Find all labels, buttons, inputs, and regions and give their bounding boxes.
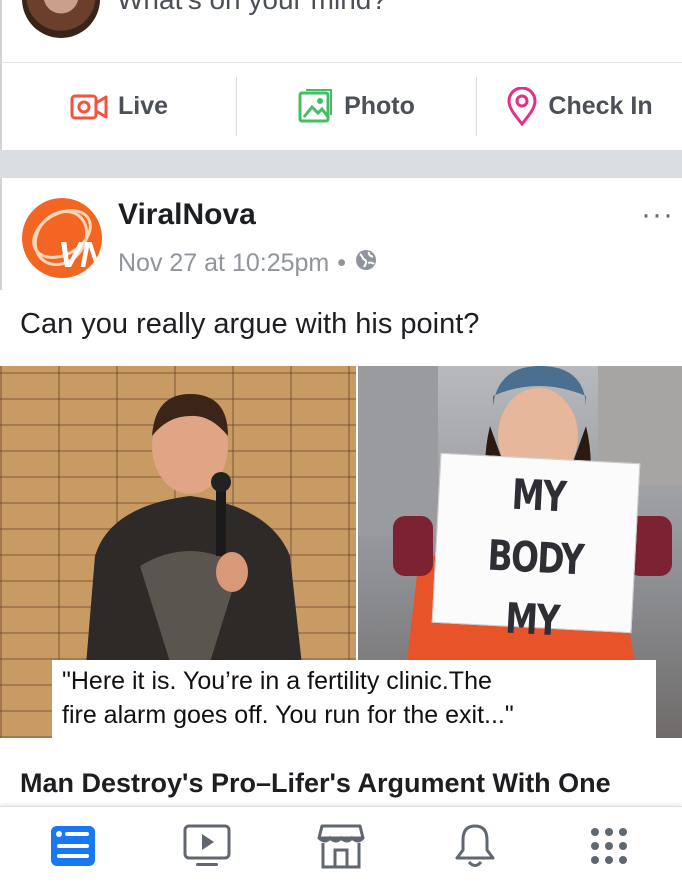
composer-prompt[interactable]: What's on your mind? xyxy=(117,0,387,16)
bell-icon xyxy=(452,822,498,875)
location-pin-icon xyxy=(506,86,538,127)
live-video-icon xyxy=(70,93,108,121)
caption-line-1: "Here it is. You’re in a fertility clini… xyxy=(62,667,492,695)
post-text: Can you really argue with his point? xyxy=(20,308,480,340)
photo-button[interactable]: Photo xyxy=(236,77,476,136)
meta-separator: • xyxy=(337,249,347,277)
sign-line-1: MY BODY xyxy=(486,469,585,585)
live-label: Live xyxy=(117,92,169,120)
photo-icon xyxy=(298,88,334,125)
user-avatar[interactable] xyxy=(22,0,100,38)
post-header: VN ViralNova Nov 27 at 10:25pm • ··· xyxy=(0,178,682,290)
tab-notifications[interactable] xyxy=(445,819,505,879)
protest-sign: MY BODY MY CHOICE xyxy=(431,452,641,709)
tab-menu[interactable] xyxy=(579,819,639,879)
video-play-icon xyxy=(182,823,232,874)
globe-icon xyxy=(354,248,378,279)
check-in-button[interactable]: Check In xyxy=(476,77,682,136)
bottom-tab-bar xyxy=(0,806,682,890)
check-in-label: Check In xyxy=(548,92,653,120)
menu-grid-icon xyxy=(589,826,629,871)
tab-news-feed[interactable] xyxy=(43,819,103,879)
marketplace-icon xyxy=(316,822,366,875)
tab-marketplace[interactable] xyxy=(311,819,371,879)
post-meta: Nov 27 at 10:25pm • xyxy=(118,248,378,279)
page-avatar[interactable]: VN xyxy=(22,198,102,278)
feed-separator xyxy=(0,150,682,178)
tab-watch[interactable] xyxy=(177,819,237,879)
image-caption: "Here it is. You’re in a fertility clini… xyxy=(62,664,652,732)
link-title[interactable]: Man Destroy's Pro–Lifer's Argument With … xyxy=(20,768,611,799)
composer-actions: Live Photo Check In xyxy=(0,62,682,150)
live-button[interactable]: Live xyxy=(2,63,236,150)
caption-line-2: fire alarm goes off. You run for the exi… xyxy=(62,701,514,729)
post-options-button[interactable]: ··· xyxy=(641,198,674,232)
composer: What's on your mind? xyxy=(0,0,682,62)
photo-label: Photo xyxy=(344,92,415,120)
post-timestamp[interactable]: Nov 27 at 10:25pm xyxy=(118,249,329,278)
news-feed-icon xyxy=(49,824,97,873)
page-name[interactable]: ViralNova xyxy=(118,198,256,232)
